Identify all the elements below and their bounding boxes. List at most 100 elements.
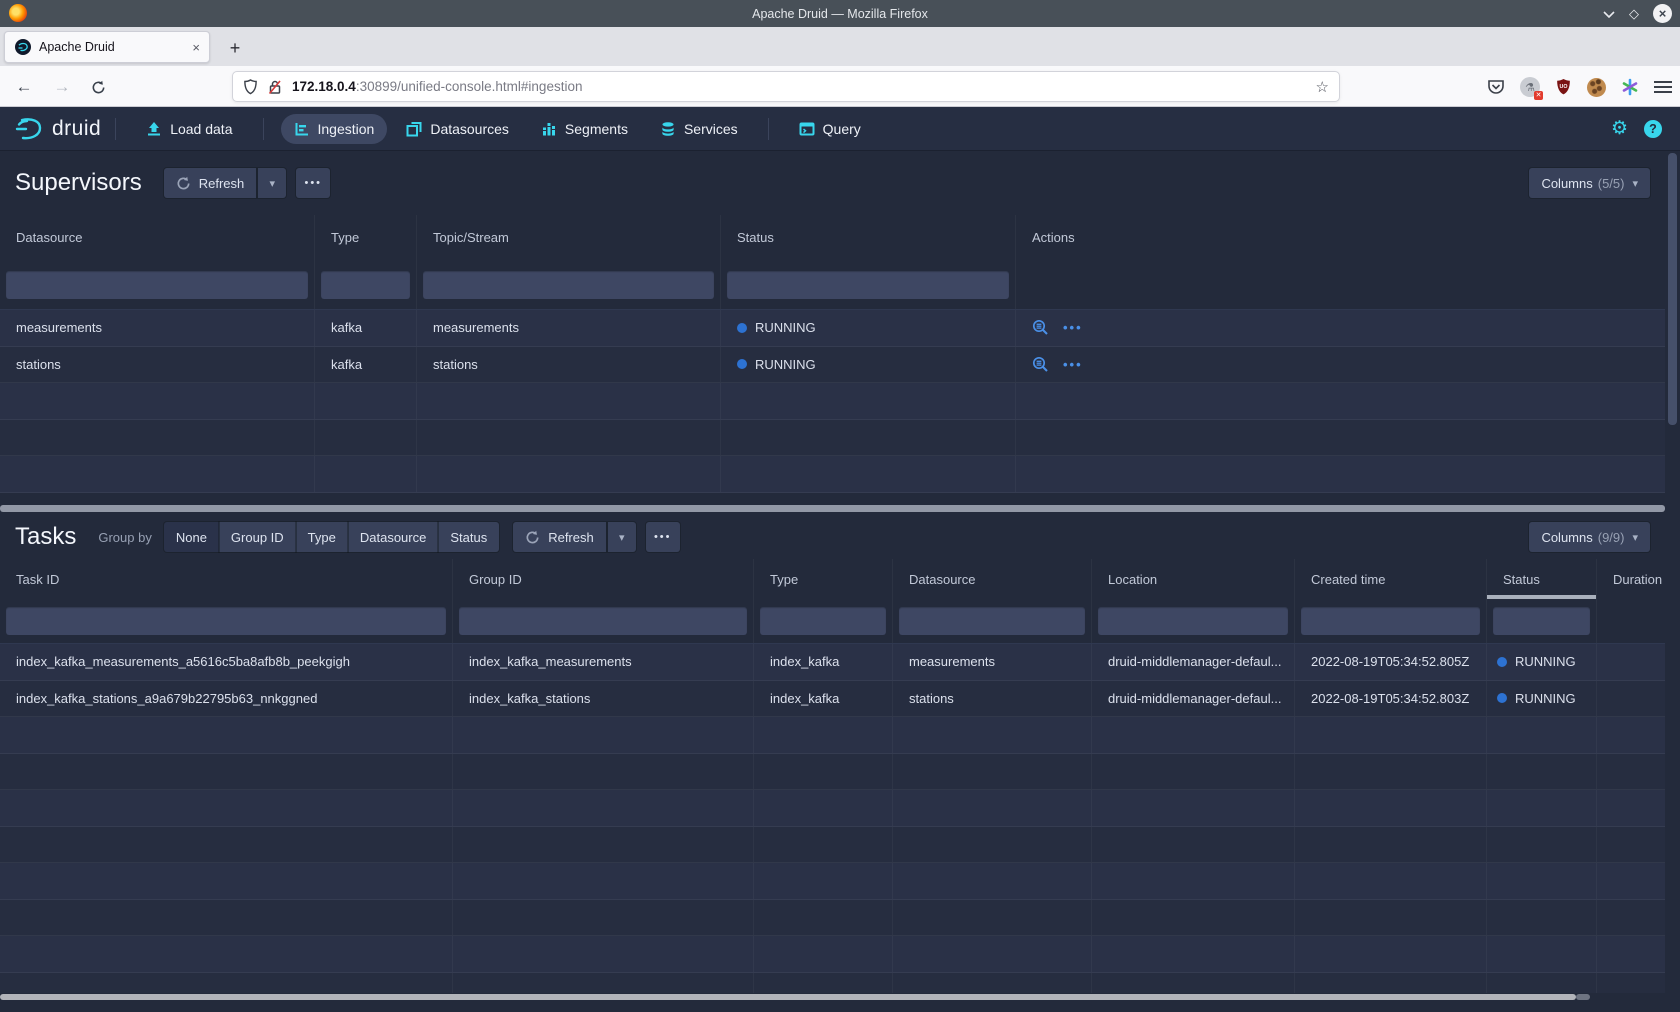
new-tab-button[interactable]: + — [222, 35, 248, 61]
cell-type: kafka — [315, 310, 417, 346]
filter-input-status[interactable] — [727, 271, 1009, 299]
tasks-refresh-caret-button[interactable]: ▾ — [608, 522, 636, 552]
supervisors-horizontal-scrollbar[interactable] — [0, 505, 1665, 512]
column-header[interactable]: Duration — [1597, 559, 1665, 599]
supervisors-refresh-caret-button[interactable]: ▾ — [258, 168, 286, 198]
cell-location: druid-middlemanager-defaul... — [1092, 644, 1295, 680]
tasks-refresh-button[interactable]: Refresh — [513, 522, 606, 552]
browser-titlebar: Apache Druid — Mozilla Firefox ◇ × — [0, 0, 1680, 27]
close-button[interactable]: × — [1653, 4, 1672, 23]
help-icon[interactable]: ? — [1644, 120, 1662, 138]
task-row[interactable]: index_kafka_stations_a9a679b22795b63_nnk… — [0, 681, 1665, 718]
tab-close-icon[interactable]: × — [192, 40, 200, 55]
tab-title: Apache Druid — [39, 40, 192, 54]
bookmark-star-icon[interactable]: ☆ — [1316, 78, 1329, 96]
refresh-icon — [176, 176, 191, 191]
filter-input-location[interactable] — [1098, 607, 1288, 635]
filter-input-type[interactable] — [760, 607, 886, 635]
supervisor-row[interactable]: measurements kafka measurements RUNNING … — [0, 310, 1665, 347]
column-header[interactable]: Task ID — [0, 559, 453, 599]
tasks-more-button[interactable]: ••• — [646, 522, 680, 552]
group-by-type-button[interactable]: Type — [296, 522, 348, 552]
column-header[interactable]: Actions — [1016, 215, 1665, 260]
cell-status: RUNNING — [1487, 644, 1597, 680]
asterisk-extension-icon[interactable] — [1621, 78, 1639, 96]
svg-text:UO: UO — [1560, 84, 1568, 90]
nav-label: Ingestion — [318, 121, 375, 137]
more-actions-icon[interactable]: ••• — [1063, 320, 1083, 335]
cell-datasource: stations — [0, 347, 315, 383]
chevron-down-icon: ▾ — [269, 177, 275, 190]
druid-brand[interactable]: druid — [14, 116, 101, 142]
pocket-icon[interactable] — [1487, 79, 1505, 96]
group-by-status-button[interactable]: Status — [438, 522, 499, 552]
cell-datasource: stations — [893, 681, 1092, 717]
group-by-group-id-button[interactable]: Group ID — [219, 522, 296, 552]
columns-count: (5/5) — [1598, 176, 1625, 191]
tasks-horizontal-scrollbar[interactable] — [0, 993, 1665, 1001]
vertical-scrollbar[interactable] — [1665, 151, 1680, 1012]
column-header-sorted[interactable]: Status — [1487, 559, 1597, 599]
filter-input-datasource[interactable] — [6, 271, 308, 299]
shield-icon[interactable] — [243, 79, 258, 95]
lock-disabled-icon[interactable] — [268, 79, 282, 95]
supervisors-refresh-button[interactable]: Refresh — [164, 168, 257, 198]
column-header[interactable]: Status — [721, 215, 1016, 260]
tasks-columns-button[interactable]: Columns (9/9) ▾ — [1529, 522, 1650, 552]
reload-button[interactable] — [84, 73, 112, 101]
more-actions-icon[interactable]: ••• — [1063, 357, 1083, 372]
nav-label: Segments — [565, 121, 628, 137]
supervisors-columns-button[interactable]: Columns (5/5) ▾ — [1529, 168, 1650, 198]
nav-item-query[interactable]: Query — [786, 114, 874, 144]
chevron-down-icon: ▾ — [1632, 531, 1638, 544]
minimize-button[interactable] — [1603, 10, 1615, 18]
column-header[interactable]: Topic/Stream — [417, 215, 721, 260]
column-header[interactable]: Type — [754, 559, 893, 599]
tasks-header: Tasks Group by None Group ID Type Dataso… — [0, 515, 1665, 559]
chevron-down-icon: ▾ — [1632, 177, 1638, 190]
filter-input-status[interactable] — [1493, 607, 1590, 635]
url-bar[interactable]: 172.18.0.4:30899/unified-console.html#in… — [232, 71, 1340, 102]
tasks-header-row: Task ID Group ID Type Datasource Locatio… — [0, 559, 1665, 599]
supervisors-more-button[interactable]: ••• — [296, 168, 330, 198]
druid-logo-icon — [14, 116, 44, 142]
cell-topic: stations — [417, 347, 721, 383]
nav-label: Query — [823, 121, 861, 137]
cookie-icon[interactable] — [1587, 78, 1606, 97]
group-by-none-button[interactable]: None — [164, 522, 219, 552]
magnifier-details-icon[interactable] — [1032, 356, 1049, 373]
magnifier-details-icon[interactable] — [1032, 319, 1049, 336]
task-row[interactable]: index_kafka_measurements_a5616c5ba8afb8b… — [0, 644, 1665, 681]
column-header[interactable]: Created time — [1295, 559, 1487, 599]
nav-item-segments[interactable]: Segments — [528, 114, 641, 144]
back-button[interactable]: ← — [10, 73, 38, 101]
scrollbar-thumb[interactable] — [1668, 153, 1677, 425]
group-by-datasource-button[interactable]: Datasource — [348, 522, 438, 552]
scrollbar-thumb[interactable] — [0, 994, 1576, 1000]
settings-gear-icon[interactable]: ⚙ — [1611, 117, 1628, 140]
scrollbar-track-end — [1576, 994, 1590, 1000]
menu-icon[interactable] — [1654, 81, 1672, 93]
filter-input-topic[interactable] — [423, 271, 714, 299]
filter-input-created-time[interactable] — [1301, 607, 1480, 635]
tab-apache-druid[interactable]: Apache Druid × — [4, 31, 210, 63]
filter-input-datasource[interactable] — [899, 607, 1085, 635]
nav-item-services[interactable]: Services — [647, 114, 751, 144]
console-content: Supervisors Refresh ▾ ••• Columns (5/5) … — [0, 151, 1680, 1012]
filter-input-type[interactable] — [321, 271, 410, 299]
extension-disabled-icon[interactable]: ⚗✕ — [1520, 77, 1540, 97]
maximize-button[interactable]: ◇ — [1629, 7, 1639, 20]
column-header[interactable]: Datasource — [893, 559, 1092, 599]
filter-input-task-id[interactable] — [6, 607, 446, 635]
nav-item-datasources[interactable]: Datasources — [393, 114, 522, 144]
nav-item-ingestion[interactable]: Ingestion — [281, 114, 388, 144]
column-header[interactable]: Location — [1092, 559, 1295, 599]
ublock-icon[interactable]: UO — [1555, 78, 1572, 96]
empty-row — [0, 790, 1665, 827]
column-header[interactable]: Type — [315, 215, 417, 260]
column-header[interactable]: Datasource — [0, 215, 315, 260]
column-header[interactable]: Group ID — [453, 559, 754, 599]
supervisor-row[interactable]: stations kafka stations RUNNING ••• — [0, 347, 1665, 384]
filter-input-group-id[interactable] — [459, 607, 747, 635]
nav-item-load-data[interactable]: Load data — [133, 114, 245, 144]
